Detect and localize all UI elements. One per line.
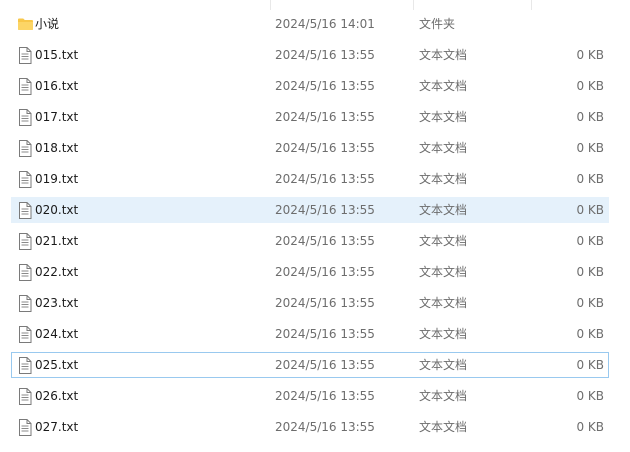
- file-name: 025.txt: [35, 358, 79, 372]
- file-type: 文本文档: [419, 48, 468, 62]
- file-row[interactable]: 020.txt 2024/5/16 13:55 文本文档 0 KB: [11, 197, 609, 223]
- text-file-icon: [16, 136, 34, 160]
- file-name: 024.txt: [35, 327, 79, 341]
- file-row[interactable]: 021.txt 2024/5/16 13:55 文本文档 0 KB: [11, 228, 609, 254]
- date-modified: 2024/5/16 13:55: [275, 172, 375, 186]
- date-modified: 2024/5/16 13:55: [275, 203, 375, 217]
- file-size: 0 KB: [576, 234, 604, 248]
- file-row[interactable]: 023.txt 2024/5/16 13:55 文本文档 0 KB: [11, 290, 609, 316]
- text-file-icon: [16, 167, 34, 191]
- file-name: 018.txt: [35, 141, 79, 155]
- date-modified: 2024/5/16 13:55: [275, 358, 375, 372]
- file-row[interactable]: 025.txt 2024/5/16 13:55 文本文档 0 KB: [11, 352, 609, 378]
- date-modified: 2024/5/16 13:55: [275, 327, 375, 341]
- file-type: 文本文档: [419, 79, 468, 93]
- text-file-icon: [16, 260, 34, 284]
- file-name: 017.txt: [35, 110, 79, 124]
- file-row[interactable]: 024.txt 2024/5/16 13:55 文本文档 0 KB: [11, 321, 609, 347]
- file-size: 0 KB: [576, 358, 604, 372]
- file-name: 022.txt: [35, 265, 79, 279]
- date-modified: 2024/5/16 13:55: [275, 141, 375, 155]
- file-size: 0 KB: [576, 172, 604, 186]
- file-size: 0 KB: [576, 203, 604, 217]
- file-row[interactable]: 022.txt 2024/5/16 13:55 文本文档 0 KB: [11, 259, 609, 285]
- file-name: 016.txt: [35, 79, 79, 93]
- file-row[interactable]: 016.txt 2024/5/16 13:55 文本文档 0 KB: [11, 73, 609, 99]
- file-type: 文本文档: [419, 141, 468, 155]
- file-size: 0 KB: [576, 79, 604, 93]
- date-modified: 2024/5/16 13:55: [275, 48, 375, 62]
- file-name: 027.txt: [35, 420, 79, 434]
- file-size: 0 KB: [576, 110, 604, 124]
- file-size: [524, 12, 604, 36]
- file-list: 小说 2024/5/16 14:01 文件夹 015.txt 2024/5/16 13…: [0, 0, 630, 452]
- column-separator[interactable]: [270, 0, 271, 10]
- date-modified: 2024/5/16 13:55: [275, 265, 375, 279]
- file-type: 文本文档: [419, 358, 468, 372]
- file-type: 文本文档: [419, 420, 468, 434]
- file-row[interactable]: 019.txt 2024/5/16 13:55 文本文档 0 KB: [11, 166, 609, 192]
- date-modified: 2024/5/16 13:55: [275, 79, 375, 93]
- file-size: 0 KB: [576, 141, 604, 155]
- text-file-icon: [16, 229, 34, 253]
- file-row[interactable]: 027.txt 2024/5/16 13:55 文本文档 0 KB: [11, 414, 609, 440]
- text-file-icon: [16, 384, 34, 408]
- text-file-icon: [16, 322, 34, 346]
- date-modified: 2024/5/16 13:55: [275, 420, 375, 434]
- file-size: 0 KB: [576, 296, 604, 310]
- date-modified: 2024/5/16 13:55: [275, 234, 375, 248]
- file-row[interactable]: 017.txt 2024/5/16 13:55 文本文档 0 KB: [11, 104, 609, 130]
- file-size: 0 KB: [576, 389, 604, 403]
- date-modified: 2024/5/16 13:55: [275, 296, 375, 310]
- date-modified: 2024/5/16 13:55: [275, 110, 375, 124]
- column-separator[interactable]: [531, 0, 532, 10]
- date-modified: 2024/5/16 13:55: [275, 389, 375, 403]
- file-name: 019.txt: [35, 172, 79, 186]
- column-separator[interactable]: [413, 0, 414, 10]
- folder-row[interactable]: 小说 2024/5/16 14:01 文件夹: [11, 11, 609, 37]
- file-name: 026.txt: [35, 389, 79, 403]
- file-type: 文本文档: [419, 265, 468, 279]
- file-size: 0 KB: [576, 420, 604, 434]
- date-modified: 2024/5/16 14:01: [275, 17, 375, 31]
- text-file-icon: [16, 415, 34, 439]
- file-size: 0 KB: [576, 48, 604, 62]
- file-row[interactable]: 018.txt 2024/5/16 13:55 文本文档 0 KB: [11, 135, 609, 161]
- text-file-icon: [16, 353, 34, 377]
- file-type: 文件夹: [419, 17, 456, 31]
- file-name: 021.txt: [35, 234, 79, 248]
- file-type: 文本文档: [419, 389, 468, 403]
- text-file-icon: [16, 291, 34, 315]
- file-name: 020.txt: [35, 203, 79, 217]
- text-file-icon: [16, 198, 34, 222]
- file-size: 0 KB: [576, 265, 604, 279]
- folder-icon: [16, 12, 34, 36]
- file-type: 文本文档: [419, 172, 468, 186]
- file-type: 文本文档: [419, 296, 468, 310]
- file-name: 023.txt: [35, 296, 79, 310]
- text-file-icon: [16, 43, 34, 67]
- file-type: 文本文档: [419, 110, 468, 124]
- file-type: 文本文档: [419, 327, 468, 341]
- file-type: 文本文档: [419, 234, 468, 248]
- file-row[interactable]: 026.txt 2024/5/16 13:55 文本文档 0 KB: [11, 383, 609, 409]
- file-name: 015.txt: [35, 48, 79, 62]
- text-file-icon: [16, 105, 34, 129]
- file-size: 0 KB: [576, 327, 604, 341]
- file-row[interactable]: 015.txt 2024/5/16 13:55 文本文档 0 KB: [11, 42, 609, 68]
- file-name: 小说: [35, 17, 60, 31]
- text-file-icon: [16, 74, 34, 98]
- file-type: 文本文档: [419, 203, 468, 217]
